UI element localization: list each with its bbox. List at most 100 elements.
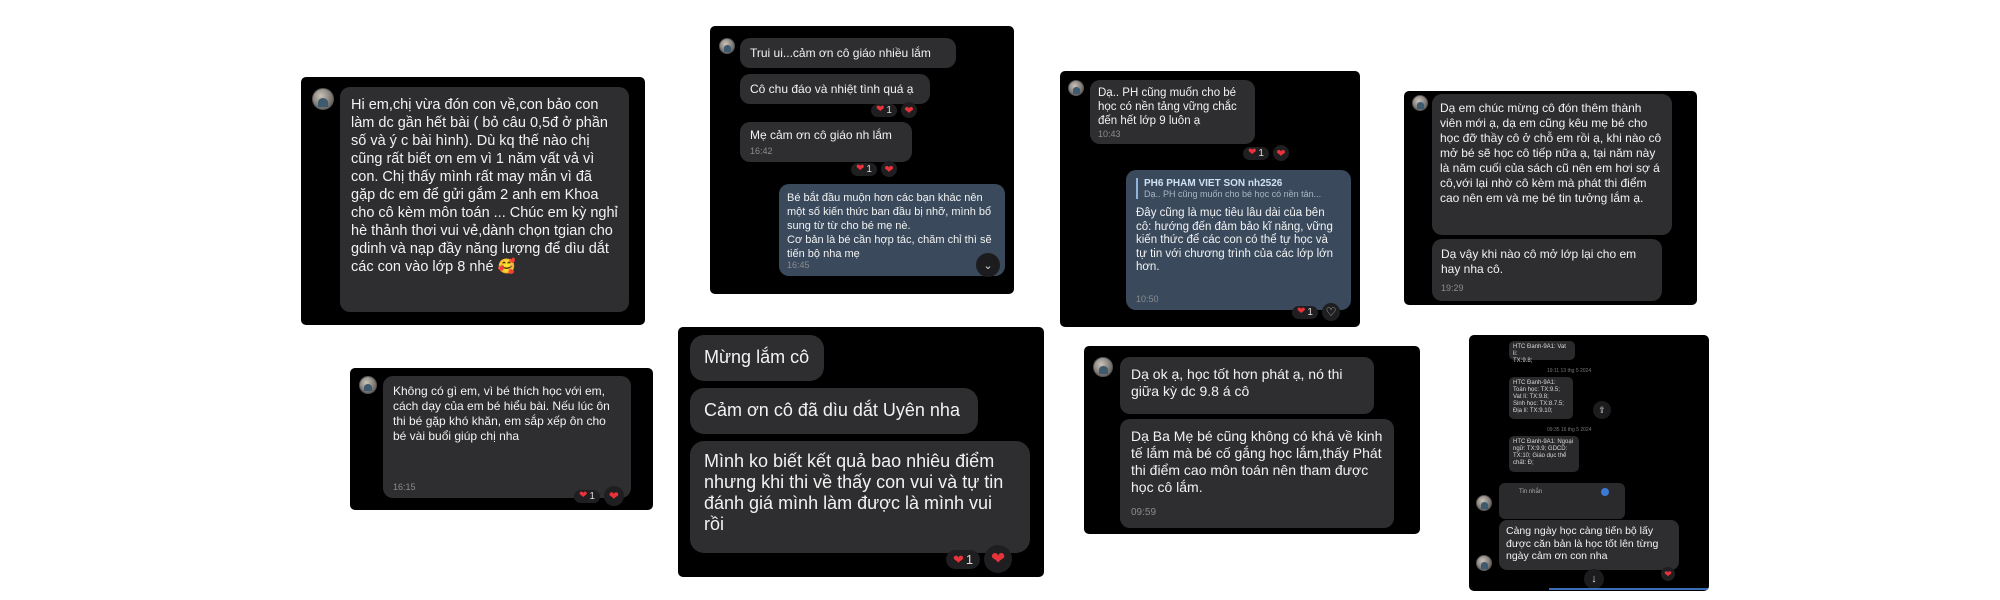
reply-quote[interactable]: PH6 PHAM VIET SON nh2526 Dạ.. PH cũng mu… [1136,178,1341,199]
date-separator: 19:11 13 thg 5 2024 [1547,368,1592,374]
scroll-down-button[interactable]: ↓ [1584,569,1604,589]
timestamp: 16:42 [750,146,773,156]
chat-screenshot-6: Mừng lắm cô Cảm ơn cô đã dìu dắt Uyên nh… [678,327,1044,577]
message-text: Bé bắt đầu muộn hơn các bạn khác nên một… [787,192,992,260]
reaction-count-text: 1 [589,490,595,502]
heart-icon[interactable]: ❤ [984,545,1013,573]
bottom-accent-line [1549,588,1709,590]
message-text: Trui ui...cảm ơn cô giáo nhiều lắm [750,46,931,60]
reaction-count[interactable]: ❤ 1 [1292,305,1318,319]
heart-icon: ❤ [953,551,964,567]
heart-icon: ❤ [856,163,865,174]
reaction-count-text: 1 [965,551,974,567]
avatar[interactable] [1068,80,1084,96]
message-input-bar[interactable]: Tin nhắn [1499,483,1625,519]
message-bubble[interactable]: Mừng lắm cô [690,335,824,381]
message-text: Mình ko biết kết quả bao nhiêu điểm nhưn… [704,451,1004,534]
message-bubble[interactable]: Dạ ok ạ, học tốt hơn phát ạ, nó thi giữa… [1120,357,1374,414]
heart-icon: ❤ [1297,306,1306,317]
message-text: Dạ em chúc mừng cô đón thêm thành viên m… [1440,101,1662,205]
avatar[interactable] [719,38,735,54]
reaction-bar[interactable]: ❤ 1 ❤ [574,486,624,506]
timestamp: 10:43 [1098,129,1121,139]
reaction-count-text: 1 [1258,147,1264,159]
chat-screenshot-4: Dạ em chúc mừng cô đón thêm thành viên m… [1404,91,1697,305]
message-text: Đây cũng là mục tiêu lâu dài của bên cô:… [1136,207,1334,273]
heart-outline-icon[interactable]: ♡ [1321,303,1340,321]
forwarded-message[interactable]: HTC Đanh-9A1: Toán học: TX:9.5; Vat lí: … [1509,377,1573,419]
chat-screenshot-5: Không có gì em, vì bé thích học với em, … [350,368,653,510]
message-bubble[interactable]: Cô chu đáo và nhiệt tình quá ạ [740,74,930,104]
message-text: Càng ngày học càng tiến bộ lấy được căn … [1506,525,1659,562]
reply-message-bubble[interactable]: PH6 PHAM VIET SON nh2526 Dạ.. PH cũng mu… [1126,170,1351,310]
message-text: Cô chu đáo và nhiệt tình quá ạ [750,82,914,96]
share-icon: ⇪ [1598,404,1606,415]
message-bubble[interactable]: Càng ngày học càng tiến bộ lấy được căn … [1499,520,1679,570]
avatar[interactable] [1093,357,1113,377]
heart-icon[interactable]: ❤ [1661,567,1675,581]
avatar[interactable] [1412,95,1428,111]
reaction-count-text: 1 [1307,306,1313,318]
message-bubble[interactable]: Dạ vậy khi nào cô mở lớp lại cho em hay … [1432,239,1662,301]
message-text: Dạ.. PH cũng muốn cho bé học có nền tảng… [1098,87,1237,127]
heart-icon: ❤ [1248,147,1257,158]
message-bubble[interactable]: Dạ em chúc mừng cô đón thêm thành viên m… [1432,94,1672,235]
message-text: Không có gì em, vì bé thích học với em, … [393,384,610,443]
message-text: Dạ Ba Mẹ bé cũng không có khá về kinh tế… [1131,428,1383,495]
reply-snippet: Dạ.. PH cũng muốn cho bé học có nền tản.… [1144,189,1322,199]
message-text: Cảm ơn cô đã dìu dắt Uyên nha [704,400,960,420]
message-input[interactable]: Tin nhắn [1519,489,1542,495]
chat-screenshot-7: Dạ ok ạ, học tốt hơn phát ạ, nó thi giữa… [1084,346,1420,534]
reaction-count-text: 1 [866,163,872,175]
reaction-bar[interactable]: ❤ 1 ♡ [1292,303,1340,321]
scroll-down-button[interactable]: ⌄ [976,253,1000,277]
reaction-bar[interactable]: ❤ 1 ❤ [1243,145,1289,161]
reaction-count-text: 1 [886,104,892,116]
reaction-count[interactable]: ❤ 1 [871,103,897,117]
message-bubble[interactable]: Không có gì em, vì bé thích học với em, … [383,376,631,498]
chevron-down-icon: ⌄ [983,259,993,272]
reaction-count[interactable]: ❤ 1 [1243,146,1269,160]
heart-icon: ❤ [579,490,588,501]
message-bubble[interactable]: Cảm ơn cô đã dìu dắt Uyên nha [690,388,978,434]
avatar[interactable] [359,376,377,394]
arrow-down-icon: ↓ [1591,573,1597,585]
sent-message-bubble[interactable]: Bé bắt đầu muộn hơn các bạn khác nên một… [779,184,1005,276]
message-text: Hi em,chị vừa đón con về,con bảo con làm… [351,97,618,275]
heart-icon[interactable]: ❤ [603,486,624,506]
heart-icon[interactable]: ❤ [900,102,917,118]
timestamp: 19:29 [1441,283,1464,293]
message-text: Dạ vậy khi nào cô mở lớp lại cho em hay … [1441,247,1637,276]
heart-icon[interactable]: ❤ [880,161,897,177]
message-bubble[interactable]: Trui ui...cảm ơn cô giáo nhiều lắm [740,38,956,68]
timestamp: 16:45 [787,260,810,270]
forwarded-message[interactable]: HTC Đanh-9A1: Ngoại ngữ: TX:9.9; GDCD: T… [1509,436,1579,472]
message-text: Dạ ok ạ, học tốt hơn phát ạ, nó thi giữa… [1131,366,1343,399]
message-bubble[interactable]: Hi em,chị vừa đón con về,con bảo con làm… [340,87,629,312]
message-bubble[interactable]: Dạ.. PH cũng muốn cho bé học có nền tảng… [1090,80,1255,144]
chat-screenshot-3: Dạ.. PH cũng muốn cho bé học có nền tảng… [1060,71,1360,327]
reply-sender: PH6 PHAM VIET SON nh2526 [1144,178,1283,189]
avatar[interactable] [1476,495,1492,511]
message-bubble[interactable]: Dạ Ba Mẹ bé cũng không có khá về kinh tế… [1120,419,1394,528]
heart-icon[interactable]: ❤ [1272,145,1289,161]
date-separator: 09:35 16 thg 5 2024 [1547,427,1592,433]
forwarded-message[interactable]: HTC Đanh-9A1: Vat li: TX:9.8; [1509,341,1575,364]
chat-screenshot-1: Hi em,chị vừa đón con về,con bảo con làm… [301,77,645,325]
reaction-bar[interactable]: ❤ 1 ❤ [851,161,897,177]
chat-screenshot-8: HTC Đanh-9A1: Vat li: TX:9.8; 19:11 13 t… [1469,335,1709,591]
reaction-count[interactable]: ❤ 1 [574,489,600,503]
send-icon[interactable] [1601,488,1609,496]
avatar[interactable] [312,88,334,110]
reaction-count[interactable]: ❤ 1 [946,549,981,569]
share-button[interactable]: ⇪ [1593,401,1611,419]
timestamp: 09:59 [1131,507,1157,518]
timestamp: 10:50 [1136,294,1159,304]
message-bubble[interactable]: Mẹ cảm ơn cô giáo nh lắm 16:42 [740,122,912,162]
reaction-bar[interactable]: ❤ 1 ❤ [871,102,917,118]
message-bubble[interactable]: Mình ko biết kết quả bao nhiêu điểm nhưn… [690,441,1030,553]
reaction-bar[interactable]: ❤ 1 ❤ [946,545,1013,573]
message-text: Mẹ cảm ơn cô giáo nh lắm [750,128,892,142]
reaction-count[interactable]: ❤ 1 [851,162,877,176]
avatar[interactable] [1476,555,1492,571]
